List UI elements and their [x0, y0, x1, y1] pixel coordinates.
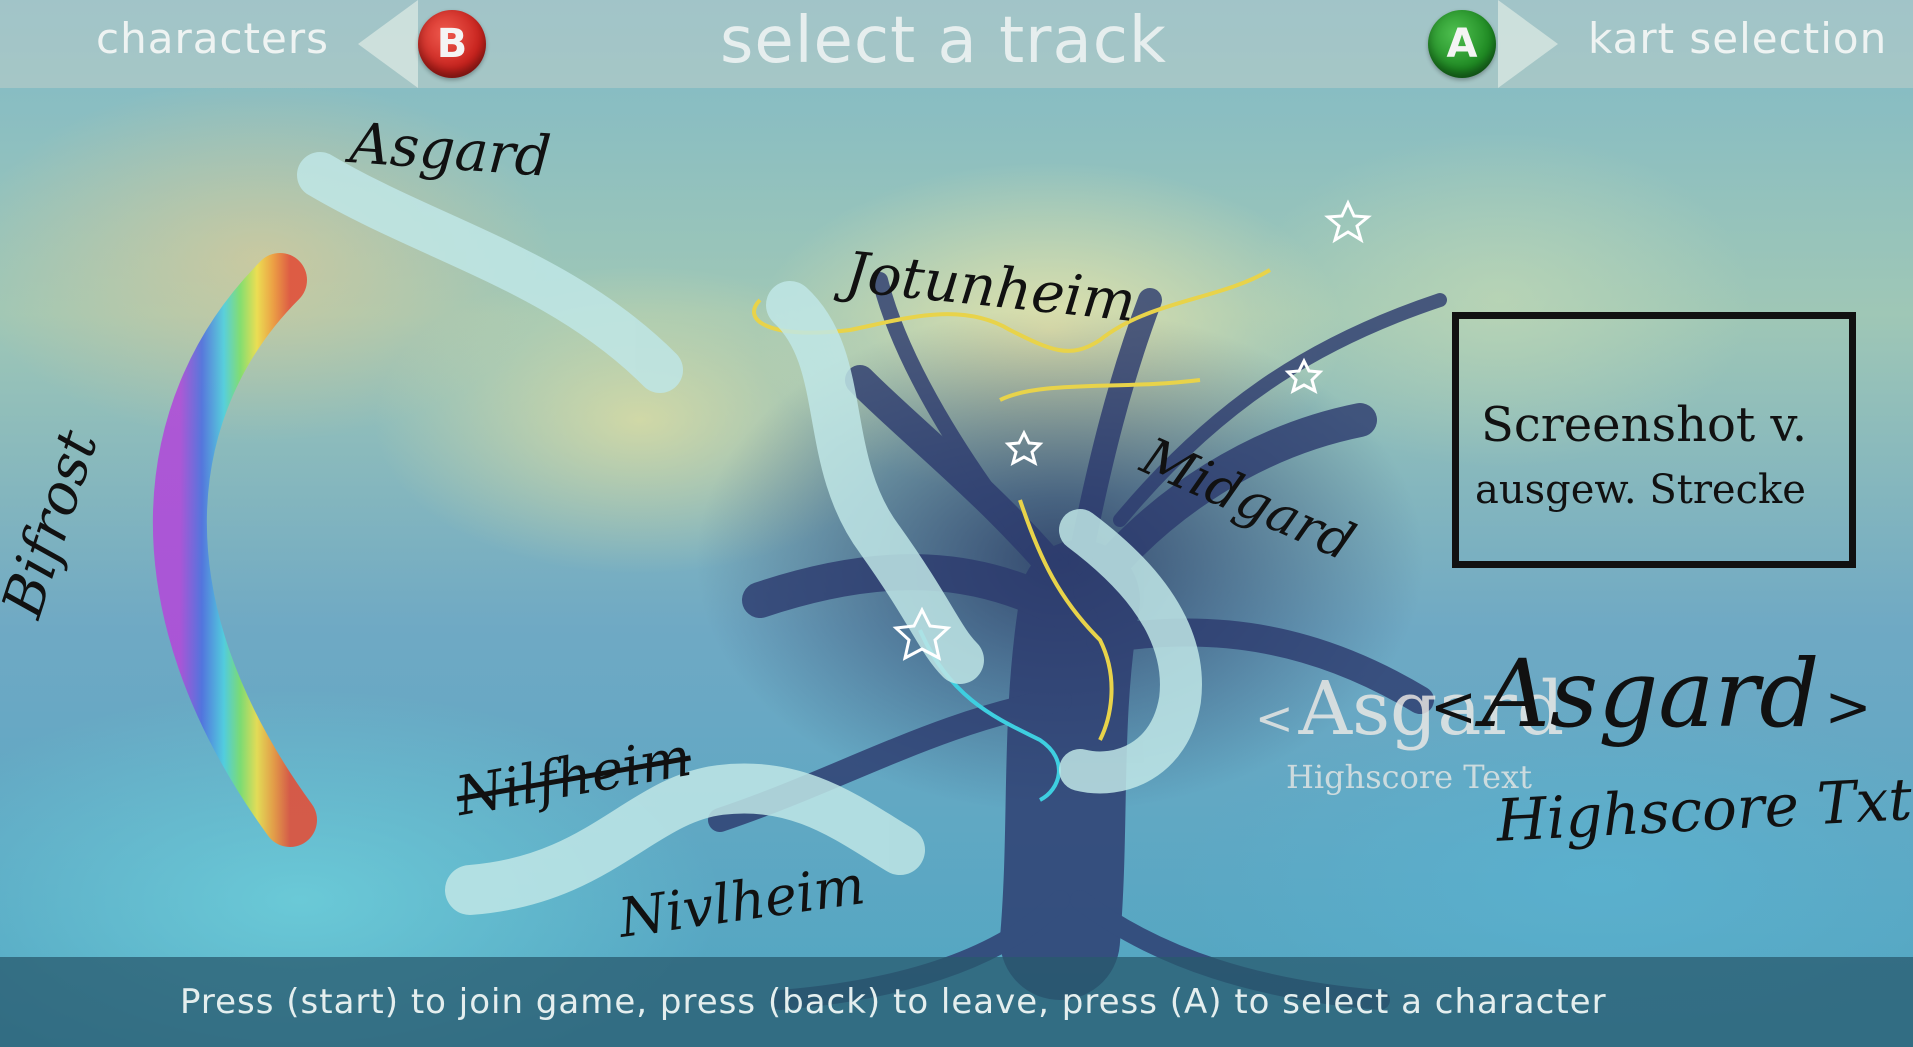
sketch-track-name: Asgard: [1482, 640, 1820, 749]
preview-placeholder-line1: Screenshot v.: [1481, 397, 1808, 453]
sketch-next-arrow[interactable]: >: [1825, 675, 1872, 740]
kart-selection-nav-label[interactable]: kart selection: [1588, 14, 1887, 63]
sketch-prev-arrow[interactable]: <: [1430, 675, 1477, 740]
left-arrow-icon[interactable]: [358, 0, 418, 88]
prev-track-arrow[interactable]: <: [1255, 691, 1294, 745]
track-asgard: [297, 152, 683, 393]
page-title: select a track: [720, 4, 1167, 78]
footer-instructions: Press (start) to join game, press (back)…: [180, 982, 1607, 1022]
characters-nav-label[interactable]: characters: [96, 14, 329, 63]
a-button-icon[interactable]: A: [1428, 10, 1496, 78]
star-icon: [1324, 199, 1372, 244]
track-screenshot-preview: Screenshot v. ausgew. Strecke: [1452, 312, 1856, 568]
realm-label-asgard[interactable]: Asgard: [348, 111, 553, 190]
star-icon: [1004, 429, 1044, 467]
track-jotunheim: [766, 281, 984, 684]
bifrost-rainbow: [153, 253, 317, 847]
track-selector-sketch: < Asgard >: [1430, 640, 1871, 749]
right-arrow-icon[interactable]: [1498, 0, 1558, 88]
b-button-icon[interactable]: B: [418, 10, 486, 78]
preview-placeholder-line2: ausgew. Strecke: [1475, 467, 1806, 513]
